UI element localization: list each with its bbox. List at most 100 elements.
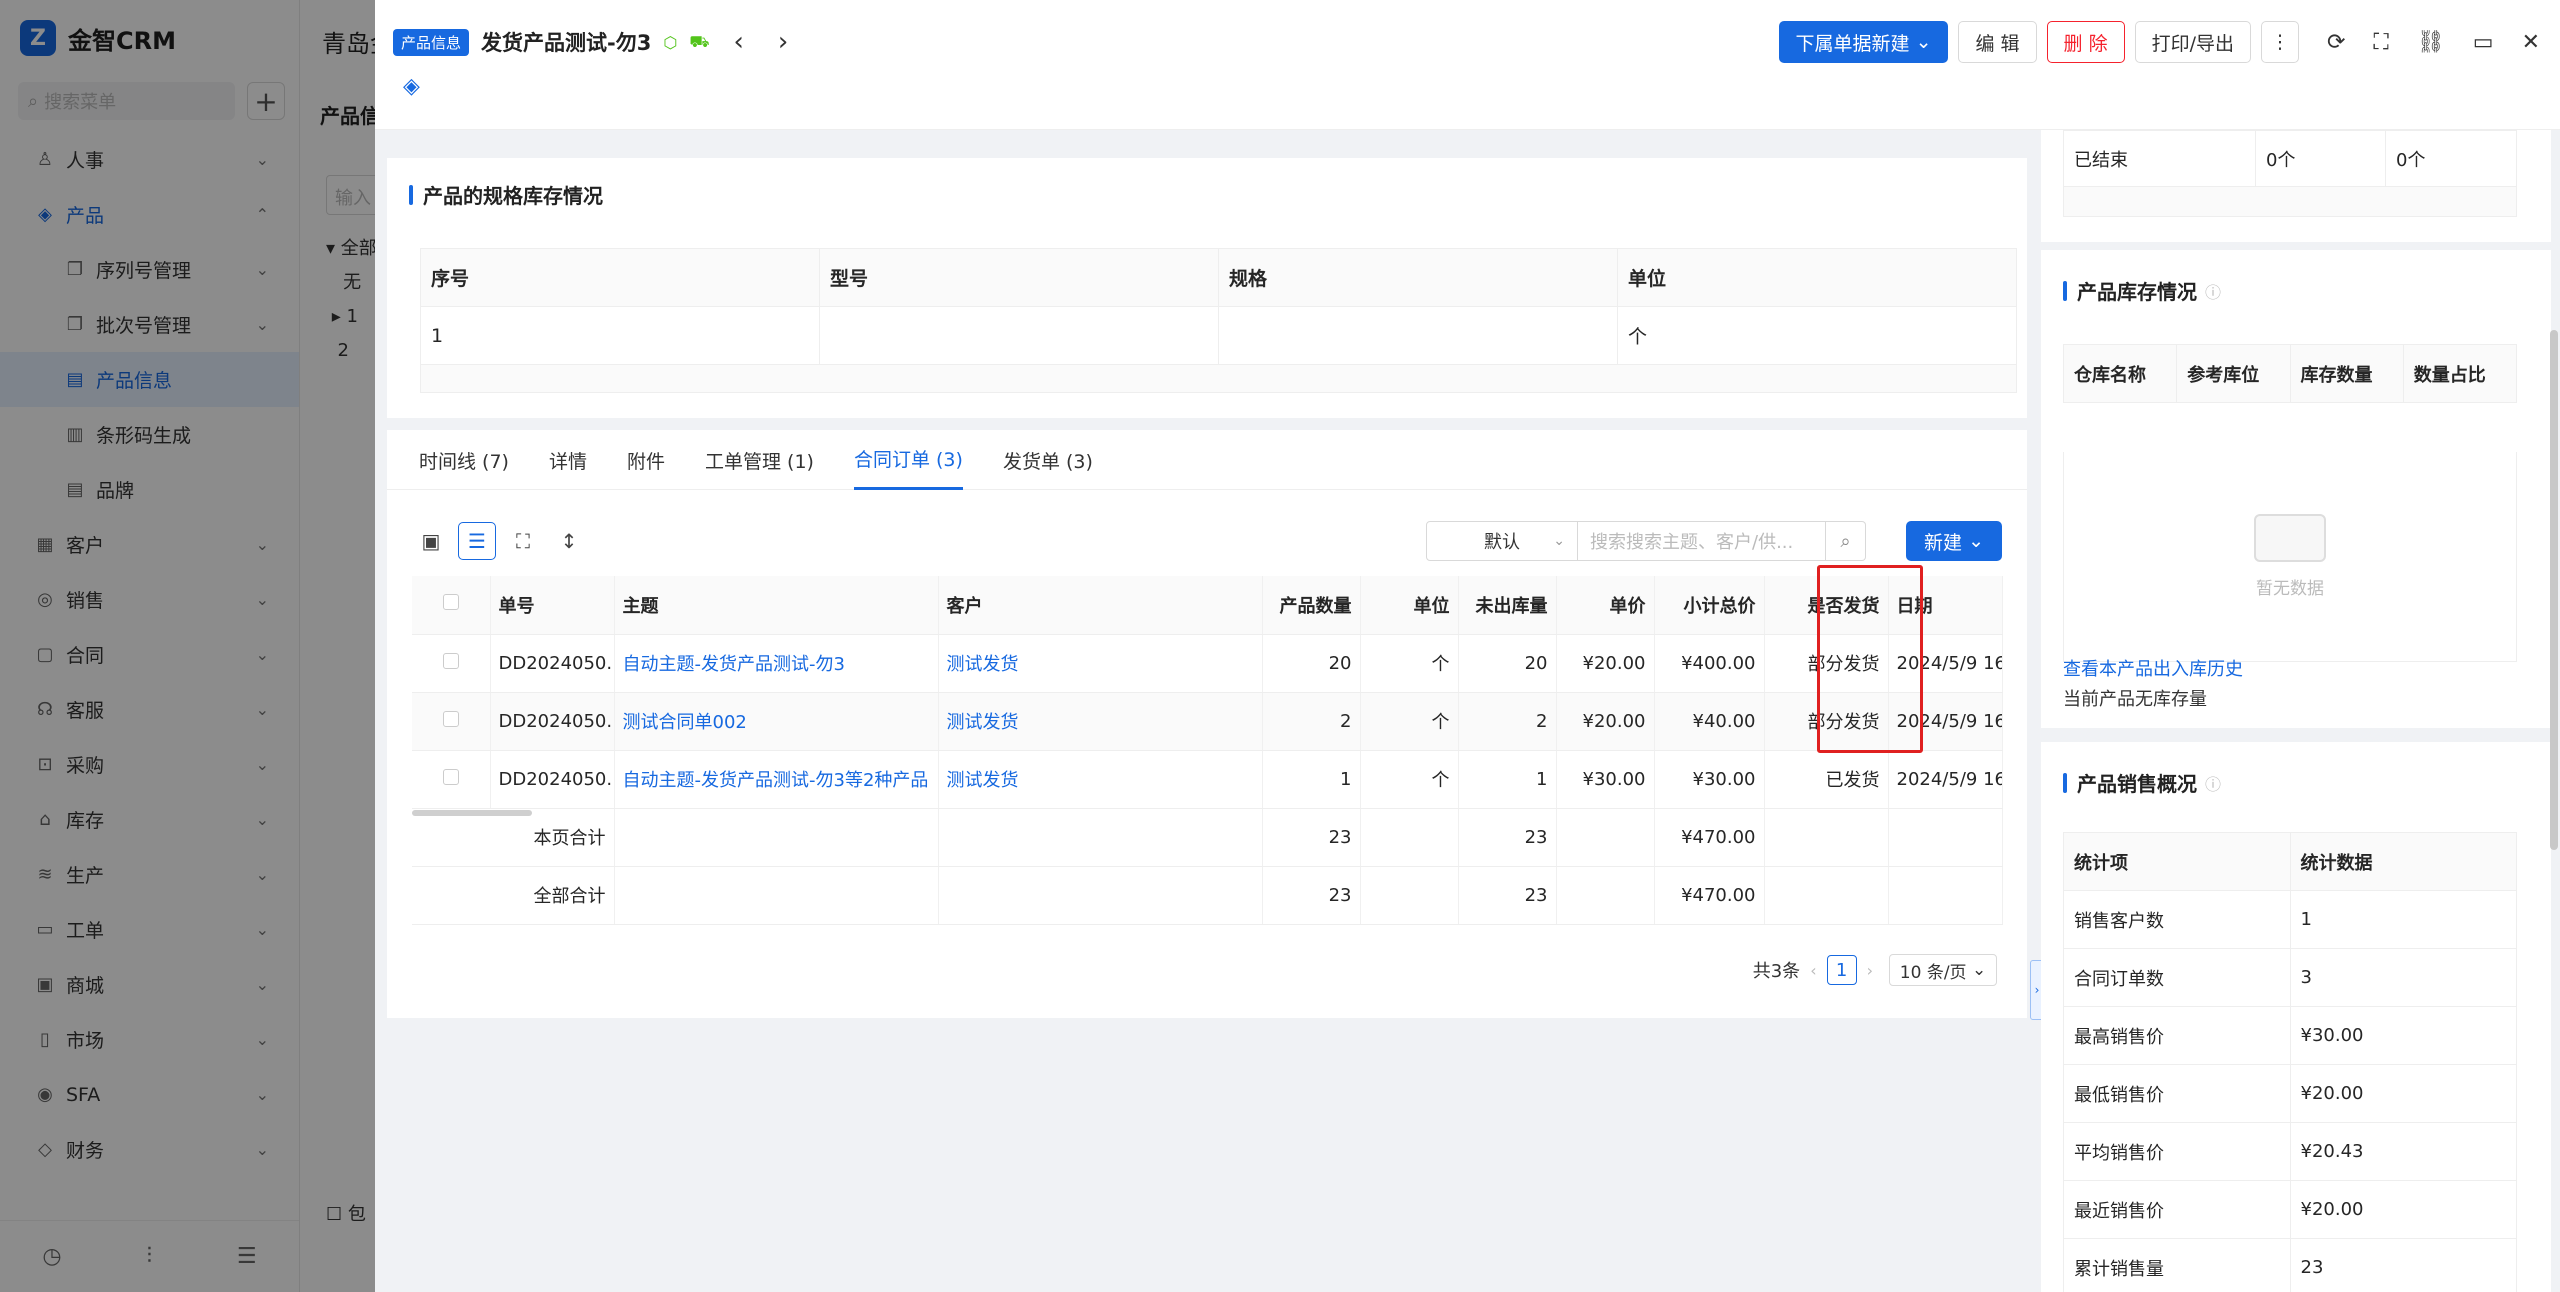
tab-6[interactable]: 发货单 (3) [1003,430,1093,490]
table-cell [1218,306,1618,365]
table-cell: ¥20.43 [2289,1122,2517,1181]
tab-3[interactable]: 附件 [627,430,665,490]
order-column-header[interactable]: 单号 [490,576,615,635]
table-row: 平均销售价 ¥20.43 [2063,1122,2517,1181]
order-toolbar: ▣ ☰ ⛶ ↕ 默认 ⌄ 搜索搜索主题、客户/供... ⌕ 新建 ⌄ [412,520,2002,562]
order-column-header[interactable]: 小计总价 [1654,576,1765,635]
table-row: 合同订单数 3 [2063,948,2517,1007]
spec-panel-title: 产品的规格库存情况 [409,180,603,209]
order-column-header[interactable]: 单位 [1360,576,1459,635]
order-column-header[interactable]: 日期 [1888,576,2003,635]
order-column-header[interactable]: 产品数量 [1262,576,1361,635]
table-row: 最近销售价 ¥20.00 [2063,1180,2517,1239]
sales-panel-title: 产品销售概况 ⓘ [2063,768,2221,797]
order-column-header[interactable]: 主题 [614,576,939,635]
list-view-icon[interactable]: ☰ [458,522,496,560]
delete-button[interactable]: 删 除 [2046,21,2125,63]
table-cell: ¥20.00 [2289,1180,2517,1239]
summary-unshipped: 23 [1458,808,1557,867]
next-record-icon[interactable]: › [778,27,788,57]
spec-stock-panel: 产品的规格库存情况 序号 型号 规格 单位 1个 [387,158,2027,418]
order-subject-link[interactable]: 自动主题-发货产品测试-勿3 [614,634,939,693]
summary-amount: ¥470.00 [1654,866,1765,925]
tab-4[interactable]: 工单管理 (1) [705,430,814,490]
tab-5[interactable]: 合同订单 (3) [853,430,963,490]
order-subject-link[interactable]: 自动主题-发货产品测试-勿3等2种产品 [614,750,939,809]
status-summary-table: 已结束 0个 0个 [2063,130,2517,217]
sales-column-header: 统计数据 [2289,832,2517,891]
customer-link[interactable]: 测试发货 [938,750,1263,809]
table-row[interactable]: DD2024050... 测试合同单002 测试发货 2 个 2 ¥20.00 ¥40.00 部… [412,692,2003,751]
horizontal-scrollbar[interactable] [412,810,532,816]
table-cell: DD2024050... [490,634,615,693]
stock-history-link[interactable]: 查看本产品出入库历史 [2063,655,2243,681]
table-cell: 已发货 [1764,750,1889,809]
page-size-select[interactable]: 10 条/页 ⌄ [1889,954,1997,986]
fullscreen-icon[interactable]: ⛶ [2373,30,2388,55]
select-all-checkbox[interactable] [412,576,491,635]
sub-document-new-button[interactable]: 下属单据新建 ⌄ [1778,21,1949,63]
table-row: 累计销售量 23 [2063,1238,2517,1292]
table-cell: 部分发货 [1764,634,1889,693]
order-column-header[interactable]: 是否发货 [1764,576,1889,635]
table-cell: 最近销售价 [2063,1180,2291,1239]
search-icon[interactable]: ⌕ [1826,521,1867,561]
edit-button[interactable]: 编 辑 [1958,21,2037,63]
spec-column-header: 序号 [420,248,820,307]
summary-amount: ¥470.00 [1654,808,1765,867]
tag-icon[interactable]: ◈ [403,74,420,99]
vertical-scrollbar[interactable] [2550,330,2558,850]
table-cell [819,306,1219,365]
spec-table: 序号 型号 规格 单位 1个 [420,248,2017,393]
stock-table: 仓库名称 参考库位 库存数量 数量占比 [2062,344,2518,403]
dock-icon[interactable]: ▭ [2473,30,2494,55]
row-height-icon[interactable]: ↕ [550,522,588,560]
help-icon[interactable]: ⓘ [2205,279,2221,303]
table-cell: 2024/5/9 16: [1888,750,2003,809]
page-1-button[interactable]: 1 [1826,955,1857,985]
customer-link[interactable]: 测试发货 [938,634,1263,693]
table-cell: ¥400.00 [1654,634,1765,693]
order-column-header[interactable]: 单价 [1556,576,1655,635]
tab-1[interactable]: 时间线 (7) [419,430,509,490]
sales-table: 统计项 统计数据 销售客户数 1 合同订单数 3 最高销售价 ¥30.00 最低销售价 ¥20.… [2063,832,2517,1292]
row-checkbox[interactable] [412,692,491,751]
link-icon[interactable]: ⛓ [2417,30,2445,55]
table-row: 1个 [420,306,2017,365]
table-cell: 个 [1360,750,1459,809]
table-row[interactable]: DD2024050... 自动主题-发货产品测试-勿3等2种产品 测试发货 1 个 1 ¥3… [412,750,2003,809]
product-stock-panel: 产品库存情况 ⓘ 仓库名称 参考库位 库存数量 数量占比 暂无数据 查看本产品出入库历史… [2041,250,2551,728]
summary-label: 全部合计 [412,866,615,925]
refresh-icon[interactable]: ⟳ [2327,30,2345,55]
presentation-icon[interactable]: ▣ [412,522,450,560]
customer-link[interactable]: 测试发货 [938,692,1263,751]
order-column-header[interactable]: 未出库量 [1458,576,1557,635]
more-icon[interactable]: ⋮ [2260,21,2299,63]
table-cell: 个 [1360,692,1459,751]
close-icon[interactable]: ✕ [2522,30,2540,55]
table-cell: 23 [2289,1238,2517,1292]
prev-page-icon[interactable]: ‹ [1810,961,1816,980]
row-checkbox[interactable] [412,750,491,809]
sort-select[interactable]: 默认 ⌄ [1426,521,1579,561]
table-cell: ¥30.00 [1654,750,1765,809]
spec-column-header: 型号 [819,248,1219,307]
order-subject-link[interactable]: 测试合同单002 [614,692,939,751]
table-cell: ¥20.00 [1556,634,1655,693]
order-search-input[interactable]: 搜索搜索主题、客户/供... [1578,521,1827,561]
print-export-button[interactable]: 打印/导出 [2134,21,2251,63]
table-row[interactable]: DD2024050... 自动主题-发货产品测试-勿3 测试发货 20 个 20 ¥20.0… [412,634,2003,693]
table-cell: 1 [2289,890,2517,949]
tab-2[interactable]: 详情 [549,430,587,490]
row-checkbox[interactable] [412,634,491,693]
help-icon[interactable]: ⓘ [2205,771,2221,795]
truck-icon: ⛟ [689,31,710,51]
product-detail-drawer: 产品信息 发货产品测试-勿3 ⬡ ⛟ ‹ › ◈ 下属单据新建 ⌄ 编 辑 删 … [375,0,2560,1292]
order-column-header[interactable]: 客户 [938,576,1263,635]
previous-record-icon[interactable]: ‹ [733,27,743,57]
next-page-icon[interactable]: › [1867,961,1873,980]
table-cell: ¥30.00 [1556,750,1655,809]
new-order-button[interactable]: 新建 ⌄ [1906,521,2002,561]
expand-icon[interactable]: ⛶ [504,522,542,560]
chevron-down-icon: ⌄ [1915,31,1932,53]
